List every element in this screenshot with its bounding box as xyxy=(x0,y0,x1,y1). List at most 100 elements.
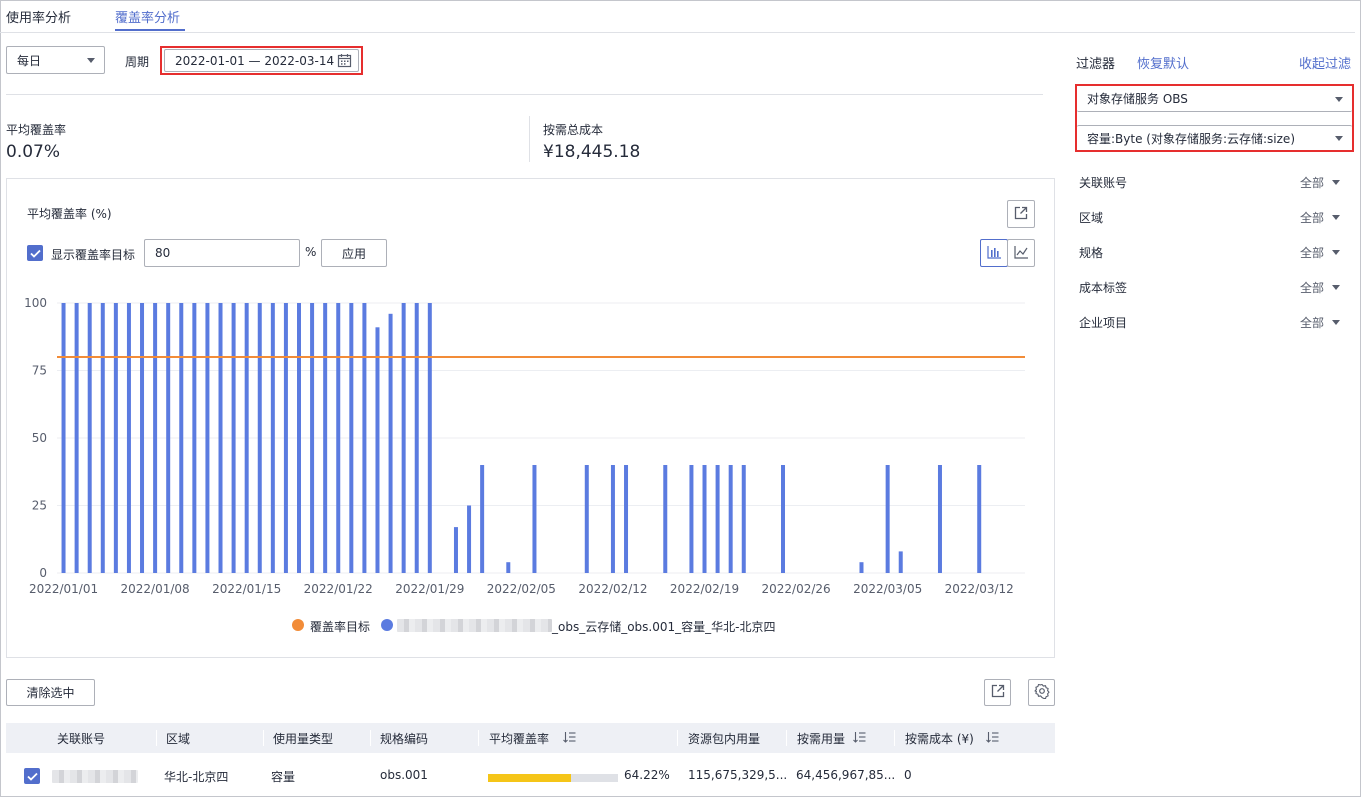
table-settings-button[interactable] xyxy=(1028,679,1055,706)
export-chart-button[interactable] xyxy=(1007,200,1035,228)
chart-bar xyxy=(610,465,615,573)
chart-bar xyxy=(166,303,171,573)
filter-title: 过滤器 xyxy=(1076,57,1116,72)
row-coverage: 64.22% xyxy=(624,768,670,782)
col-ondemand-cost[interactable]: 按需成本 (¥) xyxy=(905,723,999,753)
target-value-input[interactable]: 80 xyxy=(144,239,300,267)
tab-coverage-analysis[interactable]: 覆盖率分析 xyxy=(115,7,180,26)
chart-bar xyxy=(401,303,406,573)
y-tick-label: 75 xyxy=(32,364,47,378)
chart-bar xyxy=(781,465,785,573)
chart-bar xyxy=(480,465,485,573)
chart-bar xyxy=(336,303,341,573)
chart-bar xyxy=(388,313,393,573)
row-ondemand-cost: 0 xyxy=(904,768,912,782)
export-icon xyxy=(991,684,1005,701)
chart-bar xyxy=(140,303,145,573)
col-separator xyxy=(370,730,371,746)
chart-bar xyxy=(297,303,301,573)
legend-series-marker xyxy=(381,619,393,631)
filter-account[interactable]: 关联账号 全部 xyxy=(1079,172,1344,192)
chart-bar xyxy=(100,303,105,573)
chart-bar xyxy=(192,303,197,573)
col-avg-coverage-label: 平均覆盖率 xyxy=(489,731,550,746)
filter-account-label: 关联账号 xyxy=(1079,175,1128,190)
filter-region[interactable]: 区域 全部 xyxy=(1079,207,1344,227)
active-tab-indicator xyxy=(115,29,185,31)
calendar-icon[interactable] xyxy=(337,53,352,71)
chart-bar xyxy=(87,303,92,573)
chart-bar xyxy=(532,465,537,573)
chevron-down-icon xyxy=(1332,285,1340,290)
bar-chart-icon xyxy=(986,245,1002,262)
y-tick-label: 0 xyxy=(39,566,47,580)
x-tick-label: 2022/02/26 xyxy=(761,582,830,596)
apply-button[interactable]: 应用 xyxy=(321,239,387,267)
col-separator xyxy=(156,730,157,746)
clear-selection-button[interactable]: 清除选中 xyxy=(6,679,95,706)
collapse-filters-link[interactable]: 收起过滤 xyxy=(1299,53,1351,72)
filter-enterprise-project-value: 全部 xyxy=(1299,315,1324,330)
chart-bar xyxy=(937,465,942,573)
table-header: 关联账号 区域 使用量类型 规格编码 平均覆盖率 资源包内用量 按需用量 按需成… xyxy=(6,723,1055,753)
kpi-divider xyxy=(529,116,530,162)
x-tick-label: 2022/02/05 xyxy=(487,582,556,596)
export-icon xyxy=(1014,206,1028,223)
period-label: 周期 xyxy=(125,55,150,69)
chart-bar xyxy=(624,465,629,573)
chart-bar xyxy=(323,303,328,573)
chart-bar xyxy=(467,505,472,573)
filter-cost-tag[interactable]: 成本标签 全部 xyxy=(1079,277,1344,297)
tab-usage-analysis[interactable]: 使用率分析 xyxy=(6,7,71,26)
export-table-button[interactable] xyxy=(984,679,1011,706)
sort-icon[interactable] xyxy=(563,731,576,746)
percent-sign: % xyxy=(305,245,317,259)
filter-enterprise-project[interactable]: 企业项目 全部 xyxy=(1079,312,1344,332)
x-tick-label: 2022/01/08 xyxy=(121,582,190,596)
chart-panel: 平均覆盖率 (%) 显示覆盖率目标 80 % 应用 0 25 50 75 100 2022… xyxy=(6,178,1055,658)
col-package-usage: 资源包内用量 xyxy=(688,731,761,746)
col-separator xyxy=(677,730,678,746)
period-date-range-picker[interactable]: 2022-01-01 — 2022-03-14 xyxy=(164,49,359,72)
filter-cost-tag-label: 成本标签 xyxy=(1079,280,1128,295)
col-ondemand-usage[interactable]: 按需用量 xyxy=(797,723,866,753)
col-separator xyxy=(263,730,264,746)
chart-bar xyxy=(728,465,733,573)
filter-spec[interactable]: 规格 全部 xyxy=(1079,242,1344,262)
bar-chart-view-button[interactable] xyxy=(980,239,1008,267)
filter-region-value: 全部 xyxy=(1299,210,1324,225)
chevron-down-icon xyxy=(1335,96,1343,102)
x-tick-label: 2022/01/22 xyxy=(304,582,373,596)
chart-bar xyxy=(375,327,380,573)
total-cost-label: 按需总成本 xyxy=(543,123,604,137)
service-select[interactable]: 对象存储服务 OBS xyxy=(1077,86,1352,112)
usage-type-select[interactable]: 容量:Byte (对象存储服务:云存储:size) xyxy=(1077,125,1352,150)
chart-bar xyxy=(74,303,79,573)
toolbar-divider xyxy=(6,94,1043,95)
row-ondemand-usage: 64,456,967,85... xyxy=(796,768,896,782)
row-spec: obs.001 xyxy=(380,768,428,782)
granularity-select[interactable]: 每日 xyxy=(6,46,105,74)
chart-bar xyxy=(218,303,223,573)
usage-select-value: 容量:Byte (对象存储服务:云存储:size) xyxy=(1087,131,1295,146)
col-ondemand-cost-label: 按需成本 (¥) xyxy=(905,731,974,746)
show-target-label: 显示覆盖率目标 xyxy=(51,248,136,262)
sort-icon[interactable] xyxy=(985,731,999,746)
chart-bar xyxy=(61,303,66,573)
line-chart-view-button[interactable] xyxy=(1007,239,1035,267)
row-checkbox[interactable] xyxy=(24,768,40,784)
legend-target-marker xyxy=(292,619,304,631)
chart-bar xyxy=(126,303,131,573)
row-account-redacted xyxy=(52,770,138,783)
reset-filters-link[interactable]: 恢复默认 xyxy=(1137,53,1189,72)
sort-icon[interactable] xyxy=(853,731,866,746)
show-target-checkbox[interactable] xyxy=(27,245,43,261)
period-value: 2022-01-01 — 2022-03-14 xyxy=(175,53,335,68)
target-value: 80 xyxy=(155,246,171,260)
line-chart-icon xyxy=(1013,245,1029,262)
y-tick-label: 100 xyxy=(24,296,47,310)
avg-coverage-label: 平均覆盖率 xyxy=(6,123,67,137)
col-separator xyxy=(786,730,787,746)
col-avg-coverage[interactable]: 平均覆盖率 xyxy=(489,723,576,753)
chart-bar xyxy=(362,303,367,573)
